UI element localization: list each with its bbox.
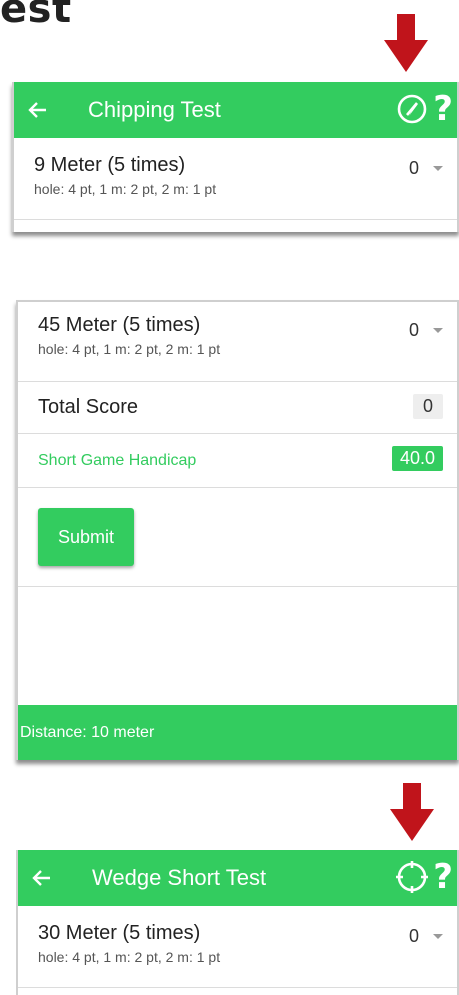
score-value: 0 — [408, 320, 419, 340]
back-arrow-icon[interactable] — [26, 98, 50, 122]
row-label: 9 Meter (5 times) — [34, 154, 186, 176]
handicap-value-badge: 40.0 — [391, 446, 443, 471]
row-scoring-hint: hole: 4 pt, 1 m: 2 pt, 2 m: 1 pt — [38, 949, 221, 965]
chevron-down-icon — [433, 934, 443, 939]
back-arrow-icon[interactable] — [30, 866, 54, 890]
handicap-row: Short Game Handicap 40.0 — [18, 434, 457, 488]
help-icon[interactable]: ? — [433, 860, 453, 894]
score-value: 0 — [408, 926, 419, 946]
chipping-test-screen: Chipping Test ? 9 Meter (5 times) hole: … — [12, 82, 459, 232]
score-dropdown[interactable]: 0 — [409, 926, 443, 947]
total-score-label: Total Score — [38, 396, 139, 418]
submit-button[interactable]: Submit — [38, 508, 134, 566]
row-scoring-hint: hole: 4 pt, 1 m: 2 pt, 2 m: 1 pt — [38, 341, 221, 357]
distance-footer: Distance: 10 meter — [18, 705, 457, 760]
page-heading-fragment: est — [0, 0, 72, 32]
red-down-arrow-icon — [384, 14, 428, 72]
wedge-title: Wedge Short Test — [92, 865, 267, 890]
total-score-value: 0 — [412, 394, 443, 419]
help-icon[interactable]: ? — [433, 92, 453, 126]
red-down-arrow-icon — [390, 783, 434, 841]
chipping-title: Chipping Test — [88, 97, 221, 122]
divider — [18, 586, 457, 587]
score-dropdown[interactable]: 0 — [409, 158, 443, 179]
distance-row-45m: 45 Meter (5 times) hole: 4 pt, 1 m: 2 pt… — [18, 302, 457, 382]
row-label: 45 Meter (5 times) — [38, 314, 201, 336]
row-scoring-hint: hole: 4 pt, 1 m: 2 pt, 2 m: 1 pt — [34, 181, 217, 197]
compass-icon[interactable] — [395, 92, 429, 126]
chipping-app-bar: Chipping Test ? — [14, 82, 457, 138]
wedge-app-bar: Wedge Short Test ? — [18, 850, 457, 906]
distance-row-30m: 30 Meter (5 times) hole: 4 pt, 1 m: 2 pt… — [18, 906, 457, 988]
crosshair-icon[interactable] — [395, 860, 429, 894]
distance-row-9m: 9 Meter (5 times) hole: 4 pt, 1 m: 2 pt,… — [14, 138, 457, 220]
row-label: 30 Meter (5 times) — [38, 922, 201, 944]
wedge-short-test-screen: Wedge Short Test ? 30 Meter (5 times) ho… — [16, 850, 459, 995]
total-score-row: Total Score 0 — [18, 382, 457, 434]
score-value: 0 — [408, 158, 419, 178]
chevron-down-icon — [433, 328, 443, 333]
score-dropdown[interactable]: 0 — [409, 320, 443, 341]
chevron-down-icon — [433, 166, 443, 171]
results-screen: 45 Meter (5 times) hole: 4 pt, 1 m: 2 pt… — [16, 300, 459, 760]
